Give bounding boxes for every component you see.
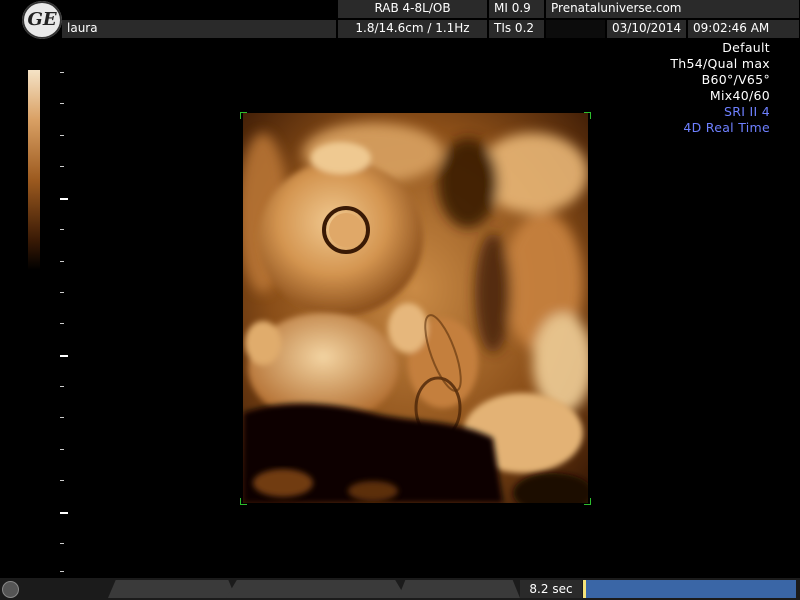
site-label: Prenataluniverse.com <box>546 0 800 18</box>
depth-tick <box>60 135 64 136</box>
depth-tick <box>60 103 64 104</box>
settings-panel: Default Th54/Qual max B60°/V65° Mix40/60… <box>670 40 770 136</box>
angle-label: B60°/V65° <box>701 72 770 87</box>
mode-label: 4D Real Time <box>683 120 770 135</box>
mi-label: MI 0.9 <box>489 0 545 18</box>
softkey-tab-3[interactable] <box>398 580 520 598</box>
exam-time: 09:02:46 AM <box>688 20 800 38</box>
depth-frequency: 1.8/14.6cm / 1.1Hz <box>338 20 488 38</box>
roi-corner-top-right <box>584 112 591 119</box>
probe-label: RAB 4-8L/OB <box>338 0 488 18</box>
roi-corner-bottom-left <box>240 498 247 505</box>
depth-tick <box>60 292 64 293</box>
depth-tick <box>60 72 64 73</box>
top-info-bar: GE RAB 4-8L/OB MI 0.9 Prenataluniverse.c… <box>0 0 800 40</box>
cine-position-marker[interactable] <box>583 580 586 598</box>
depth-tick-major <box>60 355 68 357</box>
mix-label: Mix40/60 <box>709 88 770 103</box>
ultrasound-3d-render <box>243 113 588 503</box>
roi-corner-top-left <box>240 112 247 119</box>
header-spacer <box>546 20 606 38</box>
depth-tick <box>60 323 64 324</box>
patient-name: laura <box>62 20 337 38</box>
threshold-quality: Th54/Qual max <box>670 56 770 71</box>
depth-tick <box>60 480 64 481</box>
gray-scale-bar <box>28 70 40 270</box>
cine-elapsed-time: 8.2 sec <box>520 580 582 598</box>
softkey-tab-1[interactable] <box>108 580 236 598</box>
depth-tick <box>60 386 64 387</box>
depth-tick <box>60 571 64 572</box>
depth-tick <box>60 166 64 167</box>
preset-label: Default <box>722 40 770 55</box>
tis-label: TIs 0.2 <box>489 20 545 38</box>
sri-label: SRI II 4 <box>724 104 770 119</box>
softkey-tab-2[interactable] <box>226 580 406 598</box>
ge-logo-icon: GE <box>22 1 62 39</box>
trackball-indicator-icon[interactable] <box>2 581 19 598</box>
roi-corner-bottom-right <box>584 498 591 505</box>
depth-tick <box>60 543 64 544</box>
exam-date: 03/10/2014 <box>607 20 687 38</box>
depth-tick <box>60 449 64 450</box>
cine-progress-bar[interactable] <box>583 580 796 598</box>
depth-tick-major <box>60 512 68 514</box>
depth-tick-major <box>60 198 68 200</box>
depth-tick <box>60 417 64 418</box>
depth-tick <box>60 229 64 230</box>
depth-tick <box>60 261 64 262</box>
